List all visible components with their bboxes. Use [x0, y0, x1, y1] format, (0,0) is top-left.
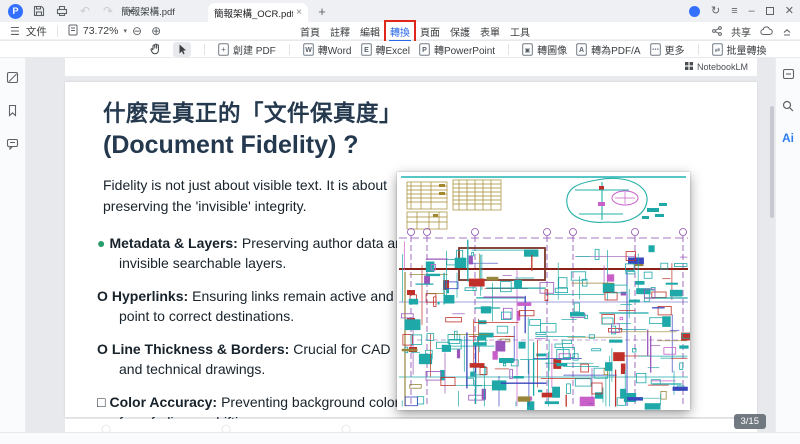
menu-tab-page[interactable]: 頁面	[418, 23, 442, 40]
slide-intro: Fidelity is not just about visible text.…	[103, 177, 388, 214]
square-bullet: □	[97, 394, 106, 411]
ghost-icon	[101, 421, 111, 432]
app-logo: P	[8, 3, 23, 19]
thumbnails-icon[interactable]	[6, 71, 19, 89]
page-fit-icon[interactable]	[68, 24, 78, 39]
ai-assistant-button[interactable]: Ai	[782, 131, 794, 145]
o-bullet: O	[97, 288, 108, 305]
close-button[interactable]: ✕	[785, 5, 794, 17]
slide-bullets: ● Metadata & Layers: Preserving author dat…	[97, 233, 415, 432]
pdfa-doc-icon: A	[579, 47, 584, 54]
ghost-icon	[221, 421, 231, 432]
bookmark-icon[interactable]	[7, 104, 18, 122]
previous-page-bottom: NotebookLM	[65, 58, 757, 76]
more-doc-icon: ⋯	[652, 46, 659, 53]
panel-icon[interactable]	[782, 67, 795, 85]
tab-document-1[interactable]: 簡報架構.pdf	[98, 0, 198, 22]
batch-convert-button[interactable]: ⇄ 批量轉換	[711, 42, 767, 57]
zoom-in-icon[interactable]: ⊕	[151, 24, 161, 38]
to-excel-button[interactable]: E 轉Excel	[360, 42, 410, 57]
hand-tool[interactable]	[146, 42, 164, 57]
file-menu[interactable]: 文件	[26, 24, 47, 39]
menubar: ☰ 文件 73.72% ▾ ⊖ ⊕ 首頁 註釋 編輯 轉換 頁面 保護 表單 工…	[0, 19, 800, 46]
cloud-icon[interactable]	[760, 26, 773, 36]
account-icon[interactable]	[689, 5, 701, 17]
tab-label: 簡報架構_OCR.pdf *	[214, 8, 294, 20]
ribbon-tabs: 首頁 註釋 編輯 轉換 頁面 保護 表單 工具	[298, 19, 532, 46]
select-tool[interactable]	[173, 41, 191, 57]
left-rail	[0, 58, 26, 432]
maximize-button[interactable]	[765, 7, 774, 15]
slide-title-en: (Document Fidelity) ?	[103, 131, 359, 159]
document-area: NotebookLM 什麼是真正的「文件保真度」 (Document Fidel…	[26, 58, 775, 432]
vertical-scrollbar[interactable]	[770, 106, 774, 218]
save-icon[interactable]	[32, 4, 46, 18]
cad-drawing-image	[397, 172, 690, 410]
hamburger-icon[interactable]: ☰	[10, 25, 20, 38]
share-icon[interactable]	[712, 26, 722, 36]
app-menu-icon[interactable]: ≡	[731, 5, 737, 17]
to-image-button[interactable]: ▣ 轉圖像	[522, 42, 567, 57]
collapse-toolbar-icon[interactable]	[782, 27, 792, 36]
zoom-level[interactable]: 73.72%	[83, 25, 119, 37]
bullet-metadata-layers: ● Metadata & Layers: Preserving author dat…	[97, 235, 411, 272]
bullet-line-thickness: O Line Thickness & Borders: Crucial for CA…	[97, 341, 391, 378]
comment-icon[interactable]	[6, 137, 19, 155]
image-doc-icon: ▣	[525, 48, 531, 54]
tab-document-2-active[interactable]: 簡報架構_OCR.pdf * ×	[208, 3, 308, 22]
word-doc-icon: W	[305, 47, 312, 54]
to-powerpoint-button[interactable]: P 轉PowerPoint	[419, 42, 495, 57]
o-bullet: O	[97, 341, 108, 358]
statusbar	[0, 432, 800, 444]
search-icon[interactable]	[782, 99, 794, 117]
minimize-button[interactable]: –	[749, 5, 755, 17]
right-rail: Ai	[775, 58, 800, 432]
divider	[697, 43, 699, 55]
bullet-hyperlinks: O Hyperlinks: Ensuring links remain active…	[97, 288, 394, 325]
to-word-button[interactable]: W 轉Word	[302, 42, 352, 57]
next-page-top	[65, 419, 757, 432]
powerpoint-doc-icon: P	[422, 47, 427, 54]
menu-tab-edit[interactable]: 編輯	[358, 23, 382, 40]
menu-tab-comment[interactable]: 註釋	[328, 23, 352, 40]
menu-tab-protect[interactable]: 保護	[448, 23, 472, 40]
convert-toolbar: + 創建 PDF W 轉Word E 轉Excel P 轉PowerPoint …	[0, 41, 800, 58]
excel-doc-icon: E	[364, 47, 369, 54]
page-indicator-badge: 3/15	[733, 414, 766, 429]
menu-tab-convert[interactable]: 轉換	[384, 19, 416, 46]
notebooklm-label: NotebookLM	[696, 62, 748, 72]
zoom-out-icon[interactable]: ⊖	[132, 24, 142, 38]
share-label[interactable]: 共享	[731, 24, 751, 39]
create-pdf-icon: +	[221, 45, 226, 54]
grid-icon	[684, 62, 693, 72]
ghost-icon	[341, 421, 351, 432]
more-button[interactable]: ⋯ 更多	[649, 42, 685, 57]
create-pdf-button[interactable]: + 創建 PDF	[218, 42, 276, 57]
divider	[508, 43, 510, 55]
pdfelement-window: P ↶ ↷ ▾ 簡報架構.pdf 簡報架構_OCR.pdf * × + ↻ ≡ …	[0, 0, 800, 444]
to-pdfa-button[interactable]: A 轉為PDF/A	[576, 42, 641, 57]
tab-label: 簡報架構.pdf	[121, 7, 175, 18]
divider	[204, 43, 205, 55]
menu-tab-home[interactable]: 首頁	[298, 23, 322, 40]
menu-tab-form[interactable]: 表單	[478, 23, 502, 40]
zoom-caret-icon[interactable]: ▾	[124, 27, 128, 35]
sync-icon[interactable]: ↻	[711, 5, 720, 17]
divider	[288, 43, 290, 55]
menu-tab-tools[interactable]: 工具	[508, 23, 532, 40]
print-icon[interactable]	[55, 4, 69, 18]
tab-close-icon[interactable]: ×	[296, 7, 302, 18]
undo-icon[interactable]: ↶	[78, 4, 92, 18]
slide-page: 什麼是真正的「文件保真度」 (Document Fidelity) ? Fide…	[65, 82, 757, 430]
batch-doc-icon: ⇄	[714, 47, 720, 54]
divider	[56, 25, 58, 37]
green-dot-bullet: ●	[97, 235, 106, 251]
workspace: NotebookLM 什麼是真正的「文件保真度」 (Document Fidel…	[0, 58, 800, 432]
new-tab-button[interactable]: +	[314, 0, 330, 22]
slide-title-zh: 什麼是真正的「文件保真度」	[103, 101, 403, 126]
